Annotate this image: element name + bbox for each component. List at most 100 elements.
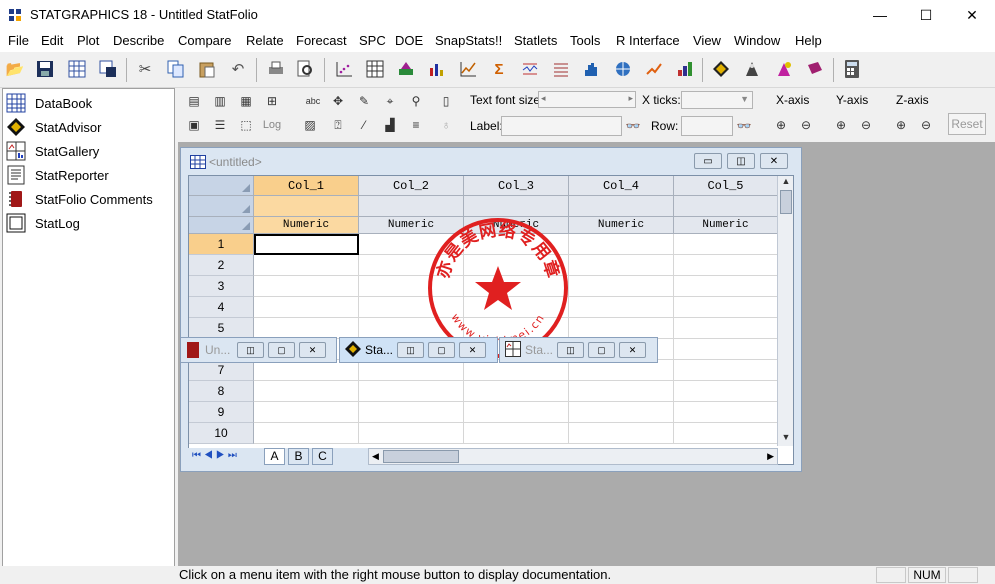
menu-describe[interactable]: Describe — [113, 33, 164, 48]
select-all-corner[interactable] — [189, 176, 254, 196]
column-header[interactable]: Col_4 — [569, 176, 674, 196]
save-icon[interactable] — [34, 58, 56, 80]
column-label-cell[interactable] — [569, 196, 674, 217]
table-grid-icon[interactable] — [364, 58, 386, 80]
restore-button[interactable]: ◫ — [397, 342, 424, 358]
data-cell[interactable] — [569, 318, 674, 339]
data-cell[interactable] — [674, 297, 778, 318]
menu-file[interactable]: File — [8, 33, 29, 48]
bar-up-icon[interactable] — [674, 58, 696, 80]
statgraphics-app-icon[interactable] — [9, 9, 22, 22]
row-header[interactable]: 10 — [189, 423, 254, 444]
data-cell[interactable] — [674, 360, 778, 381]
slope-icon[interactable]: ⁄ — [354, 115, 374, 135]
close-button[interactable]: ✕ — [619, 342, 646, 358]
row-header[interactable]: 4 — [189, 297, 254, 318]
data-cell[interactable] — [569, 297, 674, 318]
trend-icon[interactable] — [643, 58, 665, 80]
control-chart-icon[interactable] — [519, 58, 541, 80]
scroll-right-icon[interactable]: ▶ — [767, 451, 774, 462]
print-save-icon[interactable] — [97, 58, 119, 80]
minimize-button[interactable]: — — [857, 0, 903, 30]
menu-forecast[interactable]: Forecast — [296, 33, 347, 48]
row-header[interactable]: 8 — [189, 381, 254, 402]
page-layout-icon[interactable]: ▤ — [184, 91, 204, 111]
active-cell[interactable] — [254, 234, 359, 255]
minimized-window[interactable]: Sta... ◫ ▢ ✕ — [499, 337, 658, 363]
scroll-left-icon[interactable]: ◀ — [372, 451, 379, 462]
font-size-slider[interactable]: ◂ ▸ — [538, 91, 636, 108]
open-folder-icon[interactable]: 📂 — [4, 58, 26, 80]
restore-button[interactable]: ◫ — [557, 342, 584, 358]
column-type-cell[interactable]: Numeric — [254, 217, 359, 234]
z-zoom-in-icon[interactable]: ⊕ — [891, 115, 911, 135]
data-cell[interactable] — [569, 360, 674, 381]
x-zoom-out-icon[interactable]: ⊖ — [796, 115, 816, 135]
restore-button[interactable]: ◫ — [727, 153, 755, 169]
copy-icon[interactable] — [165, 58, 187, 80]
column-label-cell[interactable] — [254, 196, 359, 217]
data-cell[interactable] — [254, 423, 359, 444]
data-cell[interactable] — [674, 339, 778, 360]
zoom-icon[interactable]: ⚲ — [406, 91, 426, 111]
data-cell[interactable] — [254, 381, 359, 402]
scatterplot-icon[interactable] — [333, 58, 355, 80]
data-cell[interactable] — [359, 402, 464, 423]
menu-window[interactable]: Window — [734, 33, 780, 48]
close-button[interactable]: ✕ — [949, 0, 995, 30]
menu-view[interactable]: View — [693, 33, 721, 48]
histogram-icon[interactable] — [581, 58, 603, 80]
data-cell[interactable] — [464, 381, 569, 402]
data-cell[interactable] — [464, 360, 569, 381]
close-button[interactable]: ✕ — [299, 342, 326, 358]
label-input[interactable] — [501, 116, 622, 136]
menu-snapstats[interactable]: SnapStats!! — [435, 33, 502, 48]
lightbulb-icon[interactable]: ♁ — [436, 115, 456, 135]
data-cell[interactable] — [359, 423, 464, 444]
scroll-thumb[interactable] — [780, 190, 792, 214]
data-cell[interactable] — [569, 381, 674, 402]
data-cell[interactable] — [569, 234, 674, 255]
row-header[interactable]: 1 — [189, 234, 254, 255]
x-ticks-dropdown[interactable]: ▼ — [681, 91, 753, 109]
menu-statlets[interactable]: Statlets — [514, 33, 557, 48]
sidebar-item-statadvisor[interactable]: StatAdvisor — [6, 116, 101, 138]
column-label-cell[interactable] — [464, 196, 569, 217]
scroll-up-icon[interactable]: ▲ — [778, 176, 793, 190]
hatch-icon[interactable]: ▨ — [300, 115, 320, 135]
x-zoom-in-icon[interactable]: ⊕ — [771, 115, 791, 135]
data-cell[interactable] — [254, 255, 359, 276]
data-cell[interactable] — [569, 276, 674, 297]
column-header[interactable]: Col_3 — [464, 176, 569, 196]
sidebar-item-statfolio-comments[interactable]: StatFolio Comments — [6, 188, 153, 210]
film-icon[interactable]: ▯ — [436, 91, 456, 111]
stat-wizard-icon[interactable] — [741, 58, 763, 80]
brush-icon[interactable]: ✎ — [354, 91, 374, 111]
column-label-cell[interactable] — [359, 196, 464, 217]
data-cell[interactable] — [674, 276, 778, 297]
binoculars-icon[interactable]: 👓 — [623, 116, 643, 136]
sidebar-item-statreporter[interactable]: StatReporter — [6, 164, 109, 186]
data-cell[interactable] — [359, 360, 464, 381]
close-button[interactable]: ✕ — [760, 153, 788, 169]
datasheet-icon[interactable] — [66, 58, 88, 80]
document-icon[interactable]: ▥ — [210, 91, 230, 111]
maximize-button[interactable]: ☐ — [903, 0, 949, 30]
layout-grid-icon[interactable]: ▦ — [236, 91, 256, 111]
data-cell[interactable] — [254, 402, 359, 423]
sidebar-item-statgallery[interactable]: StatGallery — [6, 140, 99, 162]
maximize-button[interactable]: ▢ — [268, 342, 295, 358]
column-header[interactable]: Col_2 — [359, 176, 464, 196]
sheet-tab-b[interactable]: B — [288, 448, 309, 465]
y-zoom-in-icon[interactable]: ⊕ — [831, 115, 851, 135]
analysis-icon[interactable] — [395, 58, 417, 80]
restore-button[interactable]: ◫ — [237, 342, 264, 358]
format-icon[interactable]: ⊞ — [262, 91, 282, 111]
dotted-frame-icon[interactable]: ⬚ — [236, 115, 256, 135]
data-cell[interactable] — [674, 318, 778, 339]
sidebar-item-statlog[interactable]: StatLog — [6, 212, 80, 234]
data-cell[interactable] — [569, 402, 674, 423]
menu-help[interactable]: Help — [795, 33, 822, 48]
y-zoom-out-icon[interactable]: ⊖ — [856, 115, 876, 135]
menu-spc[interactable]: SPC — [359, 33, 386, 48]
